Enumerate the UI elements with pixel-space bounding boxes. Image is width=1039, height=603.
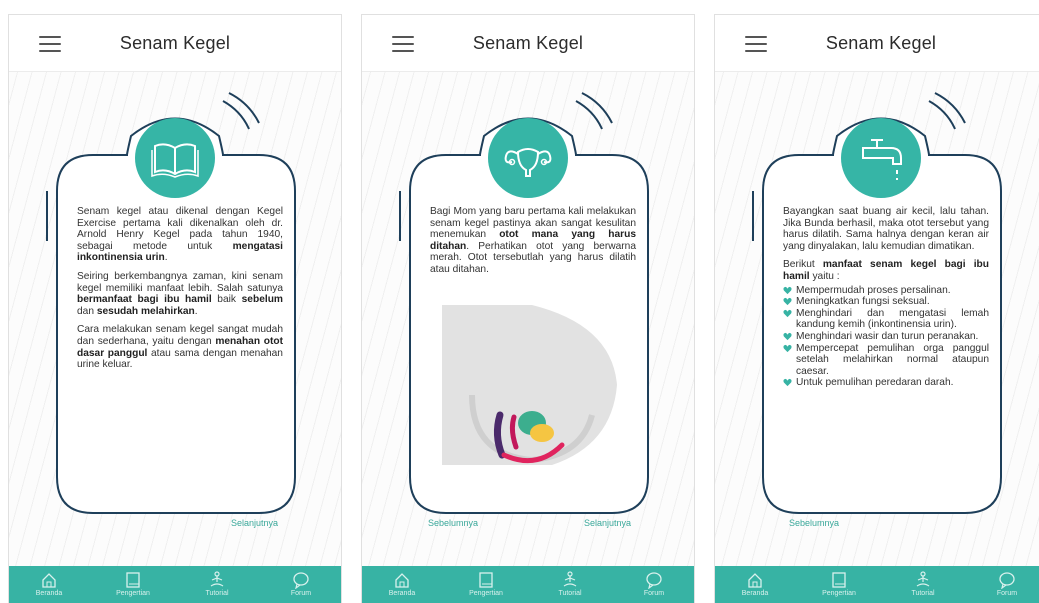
heart-bullet-icon [783, 344, 792, 352]
book-icon [479, 572, 493, 588]
tab-beranda[interactable]: Beranda [723, 571, 787, 597]
paragraph-1: Bayangkan saat buang air kecil, lalu tah… [783, 206, 989, 252]
home-icon [395, 573, 409, 588]
page-title: Senam Kegel [472, 33, 584, 53]
book-icon [126, 572, 140, 588]
tab-tutorial[interactable]: Tutorial [891, 571, 955, 597]
next-link[interactable]: Selanjutnya [231, 518, 278, 528]
list-item: Menghindari dan mengatasi lemah kandung … [783, 308, 989, 331]
meditation-icon [916, 571, 930, 587]
paragraph-3: Cara melakukan senam kegel sangat mudah … [77, 324, 283, 371]
chat-bubble-icon [646, 572, 662, 589]
bottom-tab-bar: Beranda Pengertian Tutorial Forum [9, 566, 341, 603]
bottom-tab-bar: Beranda Pengertian Tutorial Forum [362, 566, 694, 603]
tab-forum[interactable]: Forum [269, 571, 333, 597]
chat-bubble-icon [293, 572, 309, 589]
paragraph-1: Bagi Mom yang baru pertama kali melakuka… [430, 206, 636, 275]
screen-pengertian-2: Senam Kegel Bagi Mom yang baru pertama k… [361, 14, 695, 603]
tab-label: Tutorial [558, 590, 582, 597]
intro-text: Senam kegel atau dikenal dengan Kegel Ex… [77, 206, 283, 378]
uterus-badge [488, 118, 568, 198]
tab-tutorial[interactable]: Tutorial [185, 571, 249, 597]
screen-pengertian-1: Senam Kegel Senam kegel atau dikenal den… [8, 14, 342, 603]
book-icon [832, 572, 846, 588]
app-header: Senam Kegel [362, 15, 694, 72]
tab-forum[interactable]: Forum [975, 571, 1039, 597]
tab-label: Forum [996, 590, 1018, 597]
heart-bullet-icon [783, 379, 792, 387]
list-item: Meningkatkan fungsi seksual. [783, 296, 989, 308]
list-item: Mempercepat pemulihan orga panggul setel… [783, 343, 989, 378]
tab-label: Forum [290, 590, 312, 597]
tab-label: Pengertian [469, 590, 503, 597]
tab-forum[interactable]: Forum [622, 571, 686, 597]
muscle-text: Bagi Mom yang baru pertama kali melakuka… [430, 206, 636, 283]
paragraph-1: Senam kegel atau dikenal dengan Kegel Ex… [77, 206, 283, 264]
next-link[interactable]: Selanjutnya [584, 518, 631, 528]
meditation-icon [563, 571, 577, 587]
screen-pengertian-3: Senam Kegel Bayangkan saat buang air kec… [714, 14, 1039, 603]
list-item: Mempermudah proses persalinan. [783, 285, 989, 297]
tab-label: Beranda [388, 590, 416, 597]
previous-link[interactable]: Sebelumnya [789, 518, 839, 528]
home-icon [42, 573, 56, 588]
heart-bullet-icon [783, 286, 792, 294]
heart-bullet-icon [783, 309, 792, 317]
tab-label: Pengertian [116, 590, 150, 597]
paragraph-2: Seiring berkembangnya zaman, kini senam … [77, 270, 283, 317]
uterus-icon [504, 148, 552, 177]
home-icon [748, 573, 762, 588]
list-item: Menghindari wasir dan turun peranakan. [783, 331, 989, 343]
tab-pengertian[interactable]: Pengertian [807, 571, 871, 597]
tab-label: Forum [643, 590, 665, 597]
tab-label: Beranda [35, 590, 63, 597]
tab-label: Beranda [741, 590, 769, 597]
app-header: Senam Kegel [715, 15, 1039, 72]
book-badge [135, 118, 215, 198]
faucet-badge [841, 118, 921, 198]
chat-bubble-icon [999, 572, 1015, 589]
heart-bullet-icon [783, 298, 792, 306]
tab-tutorial[interactable]: Tutorial [538, 571, 602, 597]
tab-label: Tutorial [911, 590, 935, 597]
pelvic-illustration [442, 305, 617, 465]
previous-link[interactable]: Sebelumnya [428, 518, 478, 528]
tab-beranda[interactable]: Beranda [370, 571, 434, 597]
tab-pengertian[interactable]: Pengertian [454, 571, 518, 597]
meditation-icon [210, 571, 224, 587]
heart-bullet-icon [783, 332, 792, 341]
tab-label: Pengertian [822, 590, 856, 597]
page-title: Senam Kegel [825, 33, 937, 53]
tab-label: Tutorial [205, 590, 229, 597]
app-header: Senam Kegel [9, 15, 341, 72]
list-item: Untuk pemulihan peredaran darah. [783, 377, 989, 389]
page-title: Senam Kegel [119, 33, 231, 53]
benefits-list: Mempermudah proses persalinan. Meningkat… [783, 285, 989, 389]
faucet-icon [862, 139, 902, 180]
book-icon [151, 143, 199, 178]
tab-beranda[interactable]: Beranda [17, 571, 81, 597]
paragraph-2: Berikut manfaat senam kegel bagi ibu ham… [783, 259, 989, 282]
benefits-text: Bayangkan saat buang air kecil, lalu tah… [783, 206, 989, 389]
bottom-tab-bar: Beranda Pengertian Tutorial Forum [715, 566, 1039, 603]
tab-pengertian[interactable]: Pengertian [101, 571, 165, 597]
